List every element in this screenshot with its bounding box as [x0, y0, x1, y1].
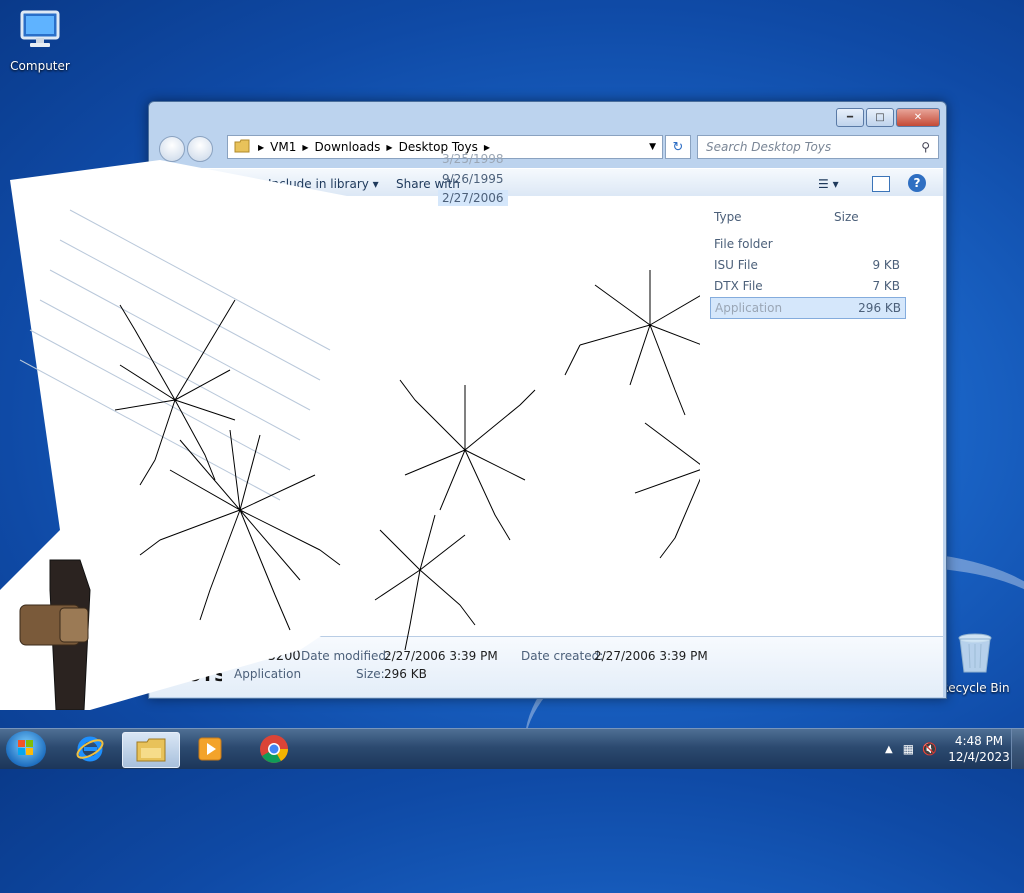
breadcrumb-downloads[interactable]: Downloads — [315, 140, 381, 154]
file-row[interactable]: DTX File 7 KB — [710, 276, 904, 296]
file-name: DTTY3200 — [234, 649, 301, 664]
help-icon[interactable]: ? — [908, 174, 926, 192]
recycle-bin-icon — [935, 630, 1015, 677]
address-dropdown-icon[interactable]: ▼ — [649, 142, 656, 152]
taskbar: ▲ ▦ 🔇 4:48 PM 12/4/2023 — [0, 728, 1024, 769]
show-hidden-icons-icon[interactable]: ▲ — [885, 744, 893, 755]
breadcrumb-arrow-icon: ▶ — [386, 142, 393, 152]
date-modified-label: Date modified: — [301, 649, 391, 663]
volume-muted-icon[interactable]: 🔇 — [922, 742, 937, 756]
file-list[interactable]: Name Type Size 3/25/1998 9/26/1995 2/27/… — [150, 152, 943, 636]
date-modified-value: 2/27/2006 3:39 PM — [384, 649, 498, 663]
refresh-button[interactable]: ↻ — [665, 135, 691, 159]
folder-icon — [234, 139, 250, 156]
include-in-library-button[interactable]: Include in library ▾ — [268, 177, 379, 191]
clock-time: 4:48 PM — [954, 734, 1004, 748]
column-header-type[interactable]: Type — [714, 210, 742, 224]
command-bar: Organize ▾ Include in library ▾ Share wi… — [150, 168, 943, 198]
app-logo-icon: DESKTOP TOYS — [172, 647, 227, 687]
details-pane: DESKTOP TOYS DTTY3200 Application Date m… — [150, 636, 943, 697]
explorer-folder-icon — [136, 738, 166, 762]
size-label: Size: — [356, 667, 385, 681]
breadcrumb-arrow-icon: ▶ — [483, 142, 491, 152]
file-row[interactable]: ISU File 9 KB — [710, 255, 904, 275]
ghost-date: 2/27/2006 — [438, 190, 508, 206]
clock-date: 12/4/2023 — [948, 750, 1010, 764]
show-desktop-button[interactable] — [1011, 729, 1024, 769]
minimize-button[interactable]: ━ — [836, 108, 864, 127]
computer-icon — [0, 8, 80, 55]
network-icon[interactable]: ▦ — [903, 742, 914, 756]
chrome-button[interactable] — [246, 732, 302, 766]
breadcrumb-arrow-icon: ▶ — [258, 142, 265, 152]
internet-explorer-icon — [76, 736, 104, 762]
file-row-selected[interactable]: Application 296 KB — [710, 297, 906, 319]
chrome-icon — [260, 735, 288, 763]
search-icon: ⚲ — [921, 140, 930, 154]
nav-buttons — [159, 136, 215, 162]
search-placeholder: Search Desktop Toys — [706, 140, 832, 154]
explorer-window[interactable]: ━ □ ✕ ▶ VM1 ▶ Downloads ▶ Desktop Toys ▶… — [148, 101, 947, 699]
maximize-button[interactable]: □ — [866, 108, 894, 127]
close-button[interactable]: ✕ — [896, 108, 940, 127]
preview-pane-icon[interactable] — [872, 176, 890, 192]
search-input[interactable]: Search Desktop Toys ⚲ — [697, 135, 939, 159]
desktop-icon-label: Recycle Bin — [940, 681, 1010, 695]
forward-button[interactable] — [187, 136, 213, 162]
desktop-icon-computer[interactable]: Computer — [0, 8, 80, 73]
breadcrumb-arrow-icon: ▶ — [302, 142, 309, 152]
start-button[interactable] — [6, 731, 46, 767]
desktop-icon-recycle-bin[interactable]: Recycle Bin — [935, 630, 1015, 695]
caption-buttons: ━ □ ✕ — [836, 108, 940, 127]
ghost-date: 3/25/1998 — [442, 152, 504, 166]
system-tray: ▲ ▦ 🔇 4:48 PM 12/4/2023 — [885, 729, 1024, 769]
size-value: 296 KB — [384, 667, 427, 681]
file-row[interactable]: File folder — [710, 234, 904, 254]
media-player-icon — [198, 737, 222, 761]
column-header-name[interactable]: Name — [350, 230, 385, 244]
column-header-size[interactable]: Size — [834, 210, 859, 224]
internet-explorer-button[interactable] — [62, 732, 118, 766]
svg-text:DESKTOP: DESKTOP — [174, 653, 211, 661]
view-options-icon[interactable]: ☰ ▾ — [818, 177, 839, 191]
file-kind: Application — [234, 667, 302, 681]
date-created-value: 2/27/2006 3:39 PM — [594, 649, 708, 663]
media-player-button[interactable] — [182, 732, 238, 766]
svg-text:TOYS: TOYS — [174, 665, 222, 686]
back-button[interactable] — [159, 136, 185, 162]
clock[interactable]: 4:48 PM 12/4/2023 — [947, 733, 1011, 765]
desktop-icon-label: Computer — [10, 59, 70, 73]
ghost-date: 9/26/1995 — [442, 172, 504, 186]
windows-explorer-button[interactable] — [122, 732, 180, 768]
organize-button[interactable]: Organize ▾ — [176, 177, 240, 191]
breadcrumb-vm1[interactable]: VM1 — [270, 140, 296, 154]
windows-logo-icon — [18, 740, 33, 755]
date-created-label: Date created: — [521, 649, 604, 663]
